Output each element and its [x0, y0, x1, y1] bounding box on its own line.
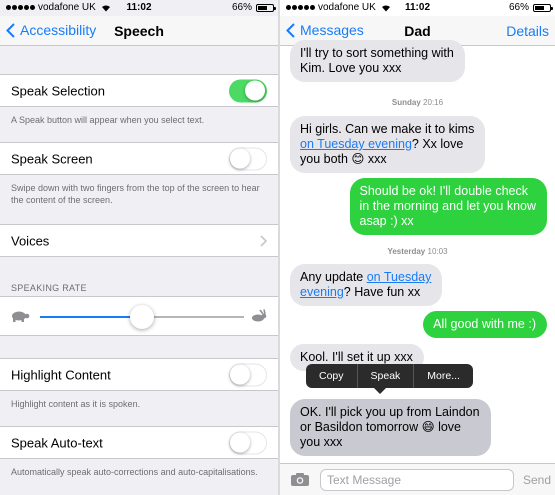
message-text: or Basildon tomorrow 😄 love — [300, 420, 462, 434]
battery-fill — [535, 6, 545, 10]
message-text: ? Have fun xx — [343, 285, 421, 299]
message-text: All good with me :) — [433, 317, 536, 331]
toggle-knob — [230, 364, 250, 384]
message-text: Should be ok! I'll double check — [359, 184, 528, 198]
speech-settings-screen: vodafone UK 11:02 66% Accessibility Spee… — [0, 0, 278, 495]
battery-icon — [256, 4, 276, 12]
battery-percent: 66% — [508, 2, 529, 13]
back-button-messages[interactable]: Messages — [286, 22, 364, 38]
send-button[interactable]: Send — [523, 473, 551, 487]
speak-screen-toggle[interactable] — [229, 147, 267, 170]
chevron-left-icon — [286, 22, 295, 38]
speak-selection-toggle[interactable] — [229, 79, 267, 102]
slider-thumb[interactable] — [130, 305, 154, 329]
voices-label: Voices — [11, 233, 50, 248]
highlight-content-label: Highlight Content — [11, 367, 111, 382]
message-input[interactable] — [320, 469, 514, 491]
speak-auto-text-toggle[interactable] — [229, 431, 267, 454]
highlight-content-toggle[interactable] — [229, 363, 267, 386]
speak-auto-text-footer: Automatically speak auto-corrections and… — [11, 467, 258, 477]
back-label: Accessibility — [20, 22, 97, 38]
battery-fill — [258, 6, 268, 10]
message-text: Any update — [300, 270, 367, 284]
speak-selection-row: Speak Selection — [0, 74, 278, 107]
message-text: you xxx — [300, 435, 343, 449]
speaking-rate-slider[interactable] — [40, 305, 244, 329]
details-button[interactable]: Details — [506, 23, 549, 39]
hare-icon — [252, 309, 267, 322]
message-input-bar: Send — [280, 463, 555, 495]
speak-selection-footer: A Speak button will appear when you sele… — [11, 115, 205, 125]
message-text: asap :) xx — [359, 214, 414, 228]
more-menu-item[interactable]: More... — [414, 364, 473, 388]
message-bubble-incoming[interactable]: Any update on Tuesday evening? Have fun … — [290, 264, 443, 306]
speak-auto-text-label: Speak Auto-text — [11, 435, 103, 450]
voices-row[interactable]: Voices — [0, 224, 278, 257]
battery-icon — [533, 4, 553, 12]
text-selection-menu: Copy Speak More... — [306, 364, 473, 394]
date-link[interactable]: on Tuesday — [367, 270, 432, 284]
toggle-knob — [230, 432, 250, 452]
speaking-rate-row — [0, 296, 278, 336]
back-label: Messages — [300, 22, 364, 38]
back-button-accessibility[interactable]: Accessibility — [6, 22, 96, 38]
copy-menu-item[interactable]: Copy — [306, 364, 357, 388]
chevron-right-icon — [260, 234, 267, 247]
highlight-content-footer: Highlight content as it is spoken. — [11, 399, 141, 409]
message-text: in the morning and let you know — [359, 199, 537, 213]
message-bubble-outgoing[interactable]: All good with me :) — [423, 311, 547, 338]
status-bar: vodafone UK 11:02 66% — [280, 0, 555, 16]
message-text: Kim. Love you xxx — [300, 61, 402, 75]
toggle-knob — [245, 80, 265, 100]
message-text: I'll try to sort something with — [300, 46, 454, 60]
speak-screen-label: Speak Screen — [11, 151, 93, 166]
timestamp-day: Yesterday — [387, 247, 426, 256]
speak-screen-footer: Swipe down with two fingers from the top… — [11, 183, 260, 205]
speak-auto-text-row: Speak Auto-text — [0, 426, 278, 459]
chevron-left-icon — [6, 22, 15, 38]
message-text: Kool. I'll set it up xxx — [300, 350, 413, 364]
message-bubble-outgoing[interactable]: Should be ok! I'll double check in the m… — [349, 178, 547, 235]
toggle-knob — [230, 148, 250, 168]
date-link[interactable]: evening — [300, 285, 344, 299]
status-bar: vodafone UK 11:02 66% — [0, 0, 278, 16]
speak-selection-label: Speak Selection — [11, 83, 105, 98]
speak-screen-row: Speak Screen — [0, 142, 278, 175]
timestamp: Sunday 20:16 — [280, 98, 555, 107]
speak-menu-item[interactable]: Speak — [358, 364, 414, 388]
timestamp: Yesterday 10:03 — [280, 247, 555, 256]
slider-fill — [40, 316, 142, 318]
speaking-rate-header: SPEAKING RATE — [11, 283, 87, 293]
message-text: Hi girls. Can we make it to kims — [300, 122, 475, 136]
battery-percent: 66% — [231, 2, 252, 13]
timestamp-day: Sunday — [391, 98, 421, 107]
messages-screen: vodafone UK 11:02 66% Messages Dad Detai… — [280, 0, 555, 495]
date-link[interactable]: on Tuesday evening — [300, 137, 412, 151]
message-text: you both 😊 xxx — [300, 152, 387, 166]
timestamp-time: 10:03 — [427, 247, 448, 256]
message-bubble-incoming[interactable]: I'll try to sort something with Kim. Lov… — [290, 40, 465, 82]
message-bubble-incoming[interactable]: Hi girls. Can we make it to kims on Tues… — [290, 116, 486, 173]
turtle-icon — [12, 311, 30, 322]
timestamp-time: 20:16 — [423, 98, 444, 107]
message-text: ? Xx love — [411, 137, 464, 151]
message-text: OK. I'll pick you up from Laindon — [300, 405, 480, 419]
camera-icon[interactable] — [290, 472, 310, 487]
nav-bar: Accessibility Speech — [0, 16, 278, 46]
highlight-content-row: Highlight Content — [0, 358, 278, 391]
message-bubble-selected[interactable]: OK. I'll pick you up from Laindon or Bas… — [290, 399, 491, 456]
